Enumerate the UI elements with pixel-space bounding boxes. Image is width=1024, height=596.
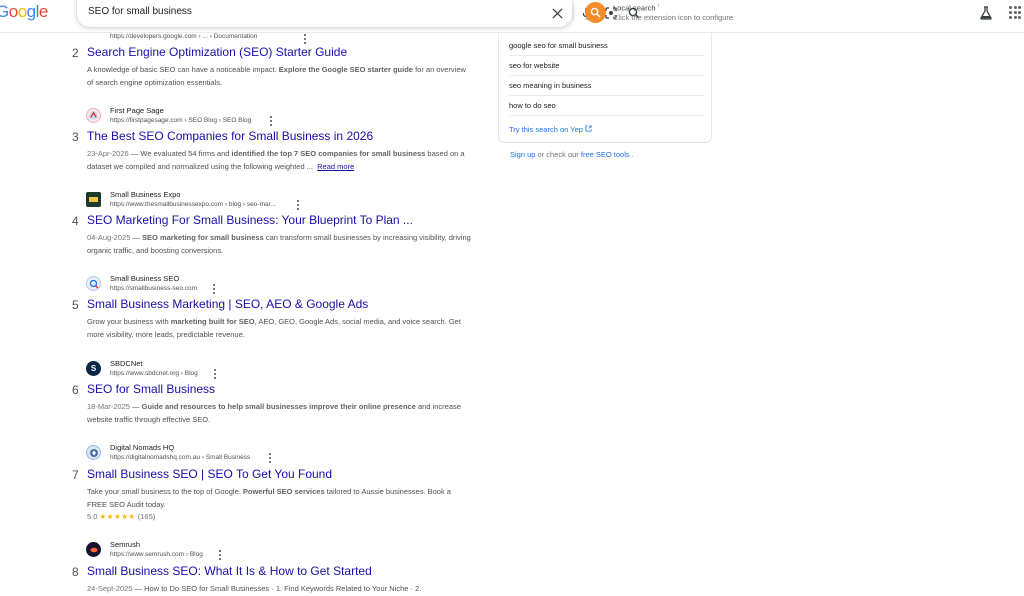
local-search-title: Local search i — [613, 3, 659, 13]
site-name: First Page Sage — [110, 106, 164, 115]
result-snippet: 23-Apr-2026 — We evaluated 54 firms and … — [87, 149, 465, 171]
result-number: 7 — [72, 468, 79, 482]
related-search-item[interactable]: google seo for small business — [509, 41, 704, 56]
result-url: https://smallbusiness-seo.com — [110, 285, 198, 292]
related-search-item[interactable]: how to do seo — [509, 101, 704, 110]
result-url: https://developers.google.com › ... › Do… — [110, 33, 258, 40]
result-url: https://www.thesmallbusinessexpo.com › b… — [110, 201, 276, 208]
labs-icon[interactable] — [979, 6, 993, 20]
divider — [573, 6, 574, 21]
result-url: https://www.semrush.com › Blog — [110, 551, 203, 558]
local-search-extension-icon[interactable] — [585, 2, 606, 23]
related-search-item[interactable]: seo meaning in business — [509, 81, 704, 96]
result-snippet: A knowledge of basic SEO can have a noti… — [87, 65, 466, 87]
semrush-favicon-icon — [86, 542, 101, 557]
more-options-icon[interactable] — [269, 453, 272, 463]
result-number: 2 — [72, 46, 79, 60]
result-snippet: 18-Mar-2025 — Guide and resources to hel… — [87, 402, 461, 424]
result-snippet: Take your small business to the top of G… — [87, 487, 451, 509]
small-business-seo-favicon-icon — [86, 276, 101, 291]
result-snippet: Grow your business with marketing built … — [87, 317, 461, 339]
site-name: SBDCNet — [110, 359, 143, 368]
rating-stars: ★★★★★ — [99, 512, 136, 521]
external-link-icon — [585, 125, 592, 132]
result-url: https://firstpagesage.com › SEO Blog › S… — [110, 117, 252, 124]
free-seo-tools-link[interactable]: free SEO tools — [581, 150, 630, 159]
result-number: 8 — [72, 565, 79, 579]
related-search-item[interactable]: seo for website — [509, 61, 704, 76]
info-icon: i — [657, 3, 659, 9]
result-snippet: 24-Sept-2025 — How to Do SEO for Small B… — [87, 584, 422, 593]
top-bar: Google Local search i Click the extensio… — [0, 0, 1024, 33]
result-title[interactable]: SEO for Small Business — [87, 382, 215, 396]
local-search-subtitle: Click the extension icon to configure — [613, 13, 734, 22]
first-page-sage-favicon-icon — [86, 108, 101, 123]
more-options-icon[interactable] — [270, 116, 273, 126]
more-options-icon[interactable] — [304, 34, 307, 44]
search-box[interactable] — [76, 0, 640, 28]
result-title[interactable]: The Best SEO Companies for Small Busines… — [87, 129, 373, 143]
google-logo[interactable]: Google — [0, 2, 48, 22]
more-options-icon[interactable] — [219, 550, 222, 560]
read-more-link[interactable]: Read more — [317, 162, 354, 171]
result-title[interactable]: Small Business SEO: What It Is & How to … — [87, 564, 372, 578]
result-title[interactable]: Small Business SEO | SEO To Get You Foun… — [87, 467, 332, 481]
result-number: 6 — [72, 383, 79, 397]
result-title[interactable]: Small Business Marketing | SEO, AEO & Go… — [87, 297, 368, 311]
site-name: Digital Nomads HQ — [110, 443, 175, 452]
small-business-expo-favicon-icon — [86, 192, 101, 207]
digital-nomads-favicon-icon — [86, 445, 101, 460]
more-options-icon[interactable] — [297, 200, 300, 210]
more-options-icon[interactable] — [213, 284, 216, 294]
result-title[interactable]: SEO Marketing For Small Business: Your B… — [87, 213, 413, 227]
site-name: Small Business Expo — [110, 190, 181, 199]
result-number: 3 — [72, 130, 79, 144]
search-input[interactable] — [88, 6, 458, 17]
apps-icon[interactable] — [1009, 6, 1021, 20]
result-url: https://www.sbdcnet.org › Blog — [110, 370, 198, 377]
sign-up-link[interactable]: Sign up — [510, 150, 535, 159]
site-name: Semrush — [110, 540, 141, 549]
result-rating: 5.0 ★★★★★ (165) — [87, 512, 156, 521]
try-yep-link[interactable]: Try this search on Yep — [509, 125, 592, 134]
divider — [509, 115, 704, 116]
close-icon[interactable] — [549, 5, 565, 21]
result-snippet: 04-Aug-2025 — SEO marketing for small bu… — [87, 233, 471, 255]
signup-line: Sign up or check our free SEO tools . — [510, 150, 634, 159]
result-title[interactable]: Search Engine Optimization (SEO) Starter… — [87, 45, 347, 59]
result-number: 4 — [72, 214, 79, 228]
site-name: Small Business SEO — [110, 274, 180, 283]
sbdcnet-favicon-icon: S — [86, 361, 101, 376]
result-number: 5 — [72, 298, 79, 312]
result-url: https://digitalnomadshq.com.au › Small B… — [110, 454, 251, 461]
more-options-icon[interactable] — [214, 369, 217, 379]
local-search-panel: google seo for small business seo for we… — [498, 33, 712, 143]
